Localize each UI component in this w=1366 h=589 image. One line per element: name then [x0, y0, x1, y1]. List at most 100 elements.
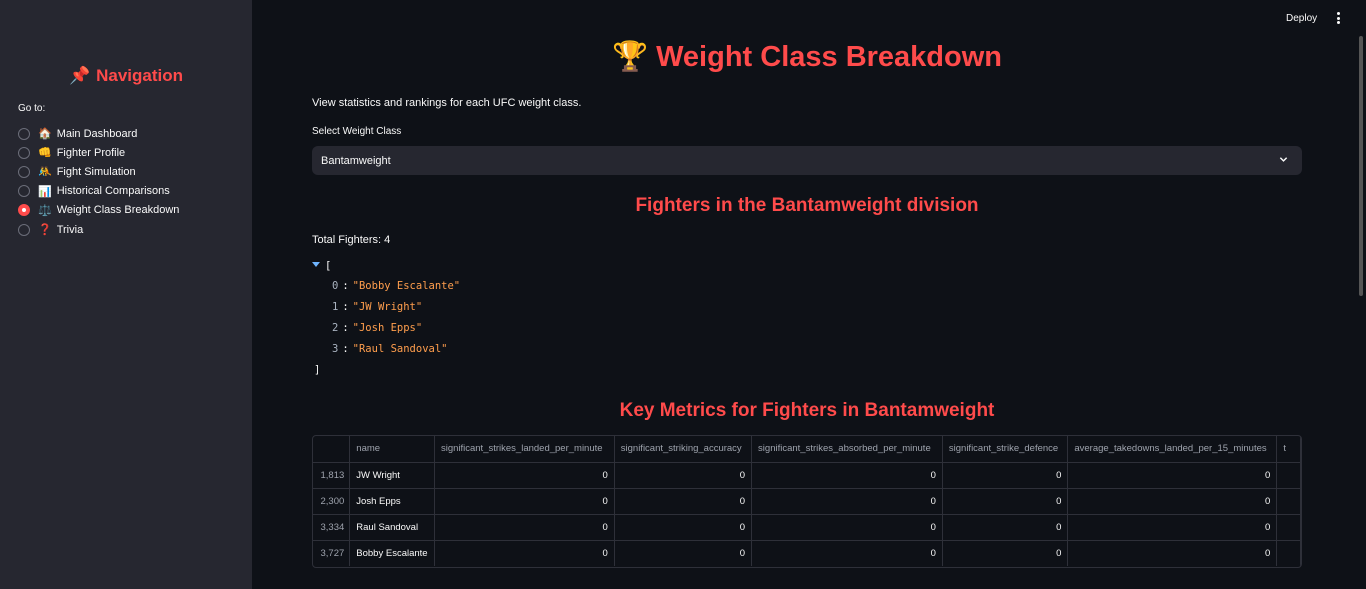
kebab-menu-icon[interactable] — [1332, 10, 1344, 26]
json-open-bracket: [ — [325, 260, 332, 272]
column-header[interactable]: significant_strikes_absorbed_per_minute — [751, 436, 943, 463]
json-value: "JW Wright" — [352, 301, 423, 313]
page-title-text: Weight Class Breakdown — [656, 41, 1003, 73]
table-row[interactable]: 2,300 Josh Epps 0 0 0 0 0 — [313, 488, 1301, 515]
nav-option-weight-class-breakdown[interactable]: ⚖️ Weight Class Breakdown — [18, 201, 179, 220]
table-cell — [1276, 462, 1301, 489]
pushpin-icon: 📌 — [68, 66, 91, 85]
table-row[interactable]: 3,334 Raul Sandoval 0 0 0 0 0 — [313, 514, 1301, 541]
metric-cell: 0 — [942, 488, 1069, 515]
table-cell — [1276, 488, 1301, 515]
column-header[interactable]: average_takedowns_landed_per_15_minutes — [1067, 436, 1278, 463]
weight-class-select[interactable]: Bantamweight — [312, 146, 1302, 175]
fighter-name-cell: Bobby Escalante — [349, 540, 435, 566]
nav-emoji-icon: 👊 — [38, 147, 52, 160]
metric-cell: 0 — [942, 462, 1069, 489]
metrics-heading: Key Metrics for Fighters in Bantamweight — [619, 400, 995, 421]
metric-cell: 0 — [1067, 462, 1278, 489]
collapse-caret-icon[interactable] — [312, 262, 320, 267]
table-row[interactable]: 1,813 JW Wright 0 0 0 0 0 — [313, 462, 1301, 489]
json-index: 1 — [332, 301, 339, 313]
chevron-down-icon — [1279, 157, 1288, 162]
nav-option-fight-simulation[interactable]: 🤼 Fight Simulation — [18, 162, 179, 181]
metric-cell: 0 — [942, 540, 1069, 566]
json-entry: 0: "Bobby Escalante" — [332, 280, 461, 292]
json-index: 2 — [332, 322, 339, 334]
metric-cell: 0 — [1067, 514, 1278, 541]
nav-option-main-dashboard[interactable]: 🏠 Main Dashboard — [18, 124, 179, 143]
column-header[interactable]: name — [349, 436, 435, 463]
nav-emoji-icon: 📊 — [38, 185, 52, 198]
intro-text: View statistics and rankings for each UF… — [312, 97, 582, 109]
fighter-name-cell: Raul Sandoval — [349, 514, 435, 541]
metric-cell: 0 — [614, 540, 753, 566]
nav-emoji-icon: ❓ — [38, 224, 52, 237]
json-value: "Bobby Escalante" — [352, 280, 461, 292]
nav-option-label: Fight Simulation — [56, 165, 136, 178]
sidebar-title: 📌 Navigation — [0, 66, 252, 86]
json-entry: 1: "JW Wright" — [332, 301, 423, 313]
row-index: 3,334 — [313, 514, 351, 541]
sidebar: 📌 Navigation Go to: 🏠 Main Dashboard 👊 Fight… — [0, 0, 252, 589]
fighter-name-cell: JW Wright — [349, 462, 435, 489]
select-value: Bantamweight — [321, 154, 391, 167]
fighter-name-cell: Josh Epps — [349, 488, 435, 515]
navigation-radio-group: 🏠 Main Dashboard 👊 Fighter Profile 🤼 Fight Si… — [18, 124, 179, 239]
radio-button[interactable] — [18, 127, 30, 140]
radio-button[interactable] — [18, 146, 30, 159]
scrollbar-thumb[interactable] — [1359, 36, 1363, 296]
radio-button[interactable] — [18, 204, 30, 217]
deploy-button[interactable]: Deploy — [1280, 11, 1323, 26]
json-entry: 2: "Josh Epps" — [332, 322, 423, 334]
json-value: "Raul Sandoval" — [352, 343, 448, 355]
metric-cell: 0 — [434, 462, 615, 489]
metric-cell: 0 — [1067, 540, 1278, 566]
trophy-icon: 🏆 — [611, 41, 649, 73]
nav-emoji-icon: 🏠 — [38, 128, 52, 141]
nav-emoji-icon: 🤼 — [38, 166, 52, 179]
metric-cell: 0 — [614, 462, 753, 489]
column-header[interactable] — [313, 436, 351, 463]
metric-cell: 0 — [942, 514, 1069, 541]
metric-cell: 0 — [614, 514, 753, 541]
nav-option-label: Trivia — [56, 223, 84, 236]
nav-option-trivia[interactable]: ❓ Trivia — [18, 220, 179, 239]
row-index: 2,300 — [313, 488, 351, 515]
metric-cell: 0 — [1067, 488, 1278, 515]
table-row[interactable]: 3,727 Bobby Escalante 0 0 0 0 0 — [313, 540, 1301, 566]
goto-label: Go to: — [18, 103, 46, 114]
metric-cell: 0 — [434, 514, 615, 541]
nav-option-label: Historical Comparisons — [56, 185, 170, 198]
json-index: 3 — [332, 343, 339, 355]
radio-button[interactable] — [18, 223, 30, 236]
column-header[interactable]: significant_strikes_landed_per_minute — [434, 436, 615, 463]
json-entry: 3: "Raul Sandoval" — [332, 343, 448, 355]
json-value: "Josh Epps" — [352, 322, 423, 334]
scrollbar[interactable] — [1359, 36, 1364, 296]
table-cell — [1276, 540, 1301, 566]
column-header[interactable]: significant_strike_defence — [942, 436, 1069, 463]
row-index: 1,813 — [313, 462, 351, 489]
radio-button[interactable] — [18, 165, 30, 178]
metric-cell: 0 — [614, 488, 753, 515]
json-close-bracket: ] — [314, 364, 321, 376]
sidebar-title-text: Navigation — [96, 66, 184, 85]
table-cell — [1276, 514, 1301, 541]
metric-cell: 0 — [751, 540, 943, 566]
nav-emoji-icon: ⚖️ — [38, 204, 52, 217]
nav-option-label: Main Dashboard — [56, 127, 138, 140]
json-index: 0 — [332, 280, 339, 292]
metric-cell: 0 — [751, 488, 943, 515]
nav-option-fighter-profile[interactable]: 👊 Fighter Profile — [18, 143, 179, 162]
nav-option-historical-comparisons[interactable]: 📊 Historical Comparisons — [18, 182, 179, 201]
radio-button[interactable] — [18, 185, 30, 198]
metric-cell: 0 — [434, 488, 615, 515]
metrics-table[interactable]: name significant_strikes_landed_per_minut… — [312, 435, 1302, 568]
column-header[interactable]: t — [1276, 436, 1301, 463]
metric-cell: 0 — [751, 514, 943, 541]
column-header[interactable]: significant_striking_accuracy — [614, 436, 753, 463]
nav-option-label: Weight Class Breakdown — [56, 204, 180, 217]
metric-cell: 0 — [434, 540, 615, 566]
nav-option-label: Fighter Profile — [56, 146, 126, 159]
total-fighters: Total Fighters: 4 — [312, 234, 391, 246]
